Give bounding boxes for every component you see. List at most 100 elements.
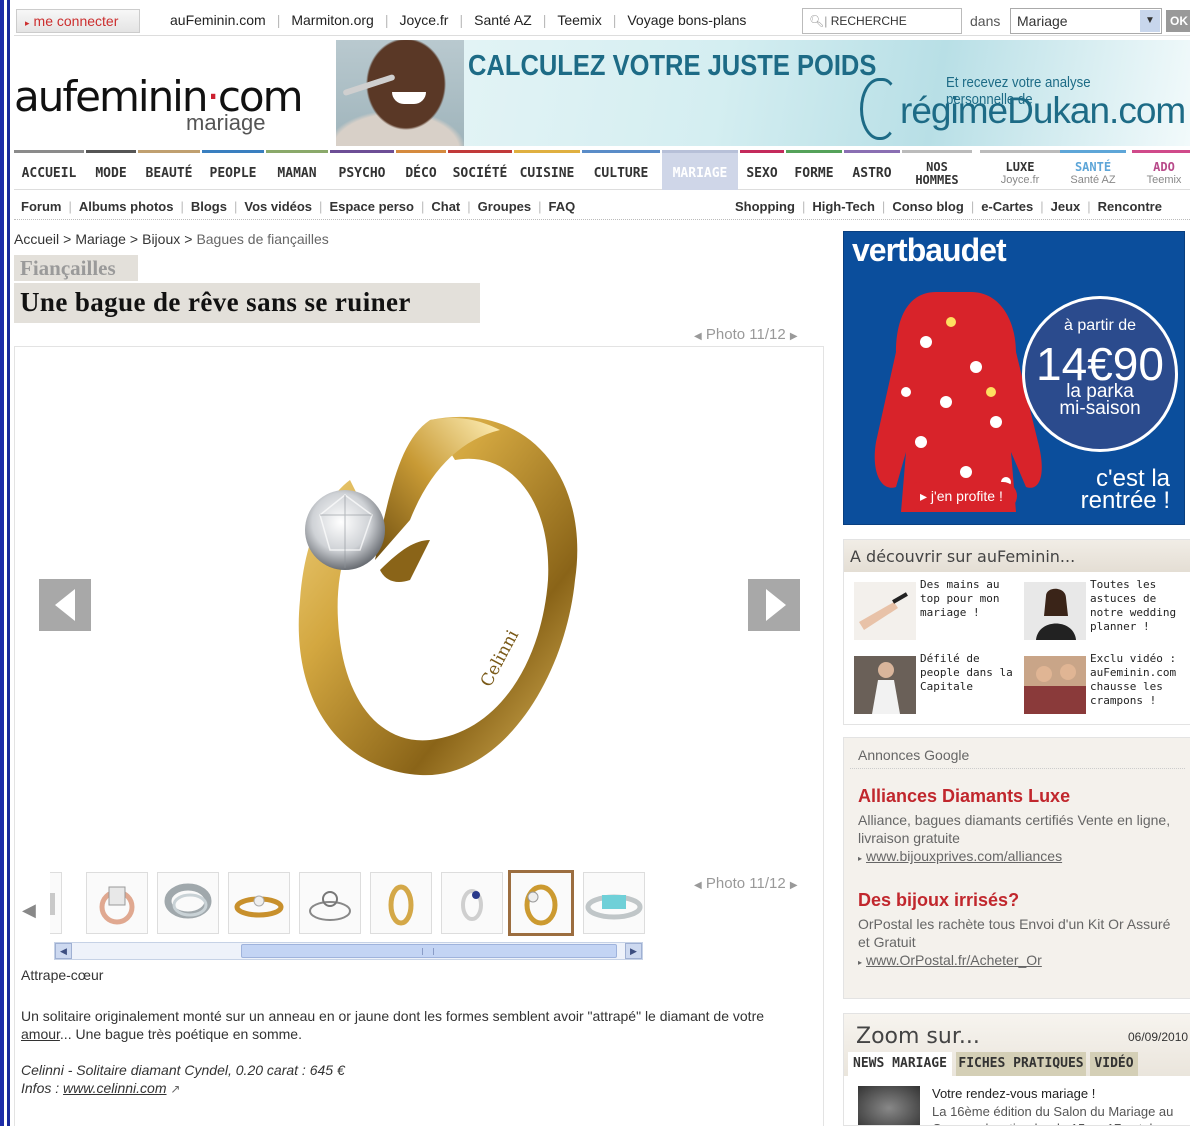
subnav-forum[interactable]: Forum xyxy=(21,199,61,214)
nav-mode[interactable]: MODE xyxy=(86,150,136,190)
link-voyage[interactable]: Voyage bons-plans xyxy=(627,12,746,28)
nav-nos-hommes[interactable]: NOS HOMMES xyxy=(902,150,972,190)
link-santeaz[interactable]: Santé AZ xyxy=(474,12,532,28)
breadcrumb-bijoux[interactable]: Bijoux xyxy=(142,231,180,247)
subnav-blogs[interactable]: Blogs xyxy=(191,199,227,214)
nav-astro[interactable]: ASTRO xyxy=(844,150,900,190)
nav-culture[interactable]: CULTURE xyxy=(582,150,660,190)
decouvrir-item[interactable]: Défilé de people dans la Capitale xyxy=(844,652,1014,718)
breadcrumb-mariage[interactable]: Mariage xyxy=(75,231,126,247)
subnav-videos[interactable]: Vos vidéos xyxy=(244,199,312,214)
google-ad[interactable]: Des bijoux irrisés? OrPostal les rachète… xyxy=(858,890,1184,968)
thumbnail[interactable] xyxy=(50,872,62,934)
nav-psycho[interactable]: PSYCHO xyxy=(330,150,394,190)
search-input[interactable]: 🔍︎| RECHERCHE xyxy=(802,8,962,34)
chevron-down-icon[interactable]: ▼ xyxy=(1140,10,1160,32)
nav-maman[interactable]: MAMAN xyxy=(266,150,328,190)
nav-sante[interactable]: SANTÉ Santé AZ xyxy=(1060,150,1126,190)
caret-right-icon: ▸ xyxy=(25,18,30,28)
thumbnail-active[interactable] xyxy=(508,870,574,936)
arrow-left-icon xyxy=(55,589,75,621)
smile-shape xyxy=(392,92,426,104)
nav-ado[interactable]: ADO Teemix xyxy=(1132,150,1190,190)
subnav-espace[interactable]: Espace perso xyxy=(329,199,414,214)
decouvrir-item[interactable]: Des mains au top pour mon mariage ! xyxy=(844,578,1014,644)
photo-counter-bottom[interactable]: ◀ Photo 11/12 ▶ xyxy=(694,875,798,892)
vertbaudet-ad[interactable]: vertbaudet à partir de 14€90 la parka mi-… xyxy=(843,231,1185,525)
thumbnail[interactable] xyxy=(583,872,645,934)
connect-button[interactable]: ▸ me connecter xyxy=(16,9,140,33)
subnav-hightech[interactable]: High-Tech xyxy=(812,199,875,214)
nav-sexo[interactable]: SEXO xyxy=(740,150,784,190)
next-photo-icon[interactable]: ▶ xyxy=(790,331,798,342)
thumbnail[interactable] xyxy=(370,872,432,934)
photo-counter-text: Photo 11/12 xyxy=(705,875,786,892)
google-ad[interactable]: Alliances Diamants Luxe Alliance, bagues… xyxy=(858,786,1184,864)
tab-fiches-pratiques[interactable]: FICHES PRATIQUES xyxy=(956,1052,1086,1076)
nav-deco[interactable]: DÉCO xyxy=(396,150,446,190)
scroll-thumb[interactable] xyxy=(241,944,617,958)
prev-photo-icon[interactable]: ◀ xyxy=(694,331,702,342)
news-thumbnail[interactable] xyxy=(858,1086,920,1125)
desc-link-amour[interactable]: amour xyxy=(21,1026,60,1042)
decouvrir-item-text: Toutes les astuces de notre wedding plan… xyxy=(1090,578,1177,633)
google-ad-title[interactable]: Des bijoux irrisés? xyxy=(858,890,1184,911)
link-joyce[interactable]: Joyce.fr xyxy=(399,12,448,28)
decouvrir-item[interactable]: Toutes les astuces de notre wedding plan… xyxy=(1014,578,1184,644)
nav-cuisine[interactable]: CUISINE xyxy=(514,150,580,190)
thumbnail-scrollbar[interactable]: ◀ ▶ xyxy=(54,942,643,960)
category-select[interactable]: Mariage ▼ xyxy=(1010,8,1162,34)
subnav-faq[interactable]: FAQ xyxy=(549,199,576,214)
thumbnail[interactable] xyxy=(299,872,361,934)
tab-news-mariage[interactable]: NEWS MARIAGE xyxy=(848,1052,952,1076)
link-marmiton[interactable]: Marmiton.org xyxy=(291,12,373,28)
photo-counter-top[interactable]: ◀ Photo 11/12 ▶ xyxy=(694,326,798,343)
news-title[interactable]: Votre rendez-vous mariage ! xyxy=(932,1086,1095,1101)
thumbnail[interactable] xyxy=(228,872,290,934)
scroll-left-button[interactable]: ◀ xyxy=(55,943,72,959)
nav-luxe[interactable]: LUXE Joyce.fr xyxy=(980,150,1060,190)
link-teemix[interactable]: Teemix xyxy=(557,12,601,28)
nav-people[interactable]: PEOPLE xyxy=(202,150,264,190)
next-photo-button[interactable] xyxy=(748,579,800,631)
thumbnail[interactable] xyxy=(157,872,219,934)
next-photo-icon[interactable]: ▶ xyxy=(790,880,798,891)
subnav-ecartes[interactable]: e-Cartes xyxy=(981,199,1033,214)
jen-profite-button[interactable]: ▸ j'en profite ! xyxy=(906,482,1017,510)
subnav-conso[interactable]: Conso blog xyxy=(892,199,964,214)
subnav-rencontre[interactable]: Rencontre xyxy=(1098,199,1162,214)
subnav-jeux[interactable]: Jeux xyxy=(1051,199,1081,214)
video-thumbnail xyxy=(1024,656,1086,714)
ok-button[interactable]: OK xyxy=(1166,10,1190,32)
google-ad-url[interactable]: ▸ www.OrPostal.fr/Acheter_Or xyxy=(858,952,1184,968)
site-logo[interactable]: aufeminin·com mariage xyxy=(14,66,334,146)
thumbnail[interactable] xyxy=(86,872,148,934)
link-aufeminin[interactable]: auFeminin.com xyxy=(170,12,266,28)
subnav-chat[interactable]: Chat xyxy=(431,199,460,214)
scroll-right-button[interactable]: ▶ xyxy=(625,943,642,959)
nav-accueil[interactable]: ACCUEIL xyxy=(14,150,84,190)
decouvrir-item[interactable]: Exclu vidéo : auFeminin.com chausse les … xyxy=(1014,652,1184,718)
google-ad-url[interactable]: ▸ www.bijouxprives.com/alliances xyxy=(858,848,1184,864)
breadcrumb-accueil[interactable]: Accueil xyxy=(14,231,59,247)
caret-right-icon: ▸ xyxy=(858,854,863,863)
page-title: Une bague de rêve sans se ruiner xyxy=(14,283,480,323)
prev-photo-button[interactable] xyxy=(39,579,91,631)
subnav-albums[interactable]: Albums photos xyxy=(79,199,174,214)
celinni-link[interactable]: www.celinni.com xyxy=(63,1080,166,1096)
subnav-groupes[interactable]: Groupes xyxy=(478,199,531,214)
strip-prev-icon[interactable]: ◀ xyxy=(22,900,36,921)
nav-forme[interactable]: FORME xyxy=(786,150,842,190)
top-banner-ad[interactable]: CALCULEZ VOTRE JUSTE POIDS Et recevez vo… xyxy=(336,40,1190,146)
google-ad-title[interactable]: Alliances Diamants Luxe xyxy=(858,786,1184,807)
nav-mariage[interactable]: MARIAGE xyxy=(662,150,738,190)
tab-video[interactable]: VIDÉO xyxy=(1090,1052,1138,1076)
decouvrir-title: A découvrir sur auFeminin... xyxy=(844,540,1190,572)
nav-societe[interactable]: SOCIÉTÉ xyxy=(448,150,512,190)
credit-line: Celinni - Solitaire diamant Cyndel, 0.20… xyxy=(21,1062,345,1078)
external-link-icon[interactable]: ↗ xyxy=(170,1082,180,1096)
thumbnail[interactable] xyxy=(441,872,503,934)
subnav-shopping[interactable]: Shopping xyxy=(735,199,795,214)
nav-beaute[interactable]: BEAUTÉ xyxy=(138,150,200,190)
prev-photo-icon[interactable]: ◀ xyxy=(694,880,702,891)
